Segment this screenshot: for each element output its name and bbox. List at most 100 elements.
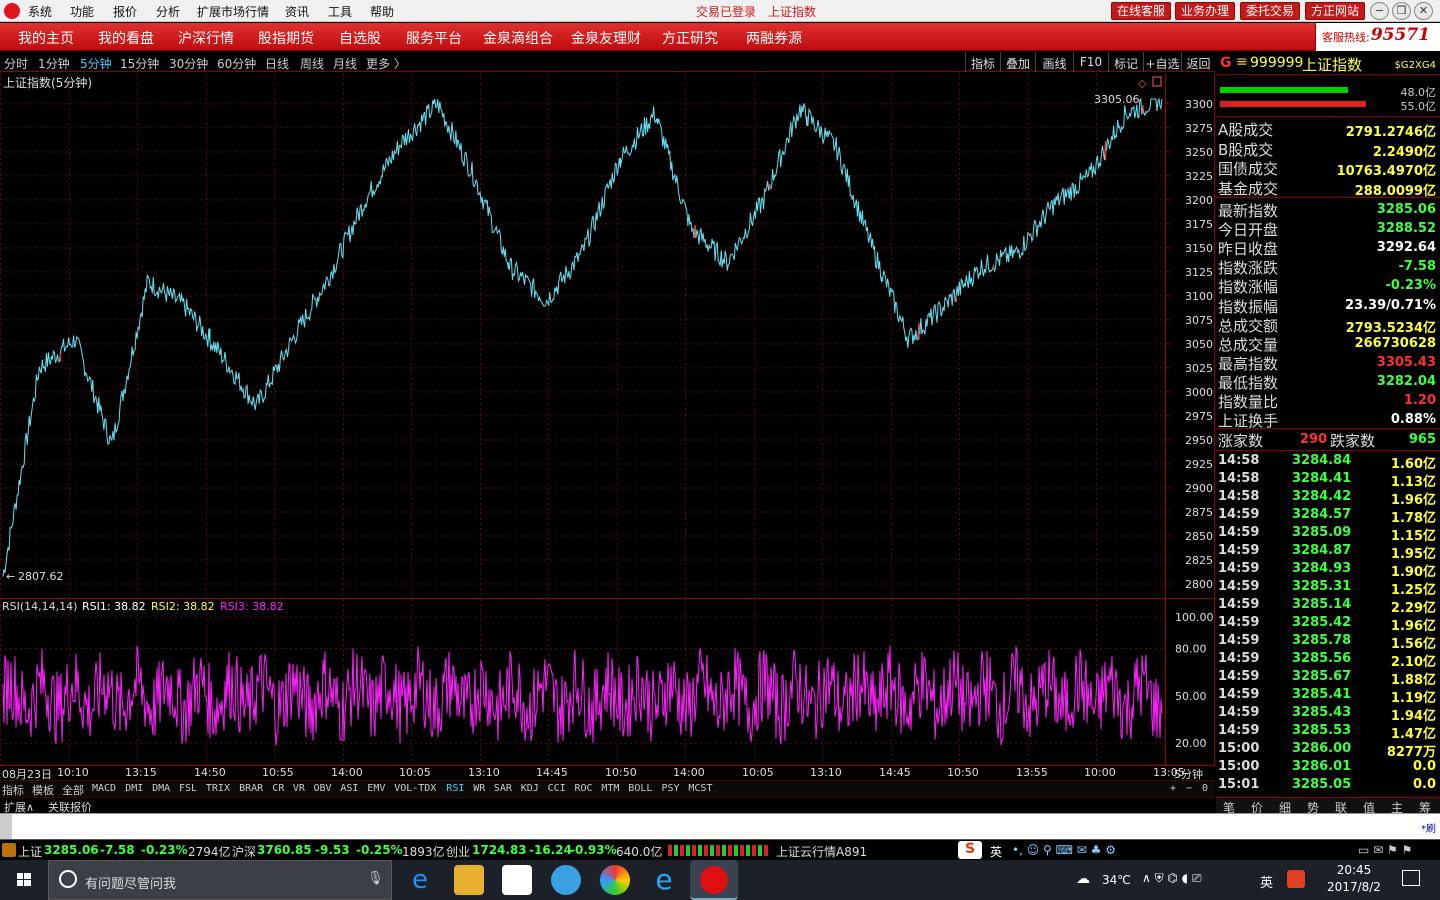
indicator-tab-rsi[interactable]: RSI [446, 783, 464, 794]
period-tab[interactable]: 月线 [333, 55, 357, 72]
nav-service-platform[interactable]: 服务平台 [406, 28, 462, 48]
browser-icon[interactable] [551, 865, 581, 895]
trade-login-status[interactable]: 交易已登录 [696, 3, 756, 20]
indicator-tab-cr[interactable]: CR [272, 783, 284, 794]
toolbar-add-watch[interactable]: +自选 [1143, 52, 1181, 72]
weather-icon[interactable]: ☁ [1076, 871, 1090, 887]
period-tab[interactable]: 日线 [265, 55, 289, 72]
toolbar-mark[interactable]: 标记 [1108, 52, 1143, 72]
tick-row[interactable]: 14:59 3285.56 2.10亿 [1216, 649, 1440, 670]
period-more[interactable]: 更多 〉 [366, 55, 406, 72]
rsi-chart[interactable]: 100.00 80.00 50.00 20.00 RSI(14,14,14) RSI1… [0, 598, 1215, 766]
nav-market[interactable]: 沪深行情 [178, 28, 234, 48]
nav-futures[interactable]: 股指期货 [258, 28, 314, 48]
indicator-tab-boll[interactable]: BOLL [628, 783, 652, 794]
refresh-link[interactable]: *刷 [1421, 820, 1436, 835]
nav-watchlist[interactable]: 自选股 [339, 28, 381, 48]
tick-row[interactable]: 14:58 3284.41 1.13亿 [1216, 469, 1440, 490]
nav-home[interactable]: 我的主页 [18, 28, 74, 48]
tick-row[interactable]: 14:59 3285.67 1.88亿 [1216, 667, 1440, 688]
indicator-tab-emv[interactable]: EMV [367, 783, 385, 794]
indicator-tab-kdj[interactable]: KDJ [521, 783, 539, 794]
zoom-in-button[interactable]: + [1170, 783, 1176, 794]
zoom-out-button[interactable]: − [1186, 783, 1192, 794]
trade-order-button[interactable]: 委托交易 [1240, 2, 1300, 20]
tick-row[interactable]: 14:59 3285.43 1.94亿 [1216, 703, 1440, 724]
tick-row[interactable]: 15:01 3285.05 0.0 [1216, 775, 1440, 793]
edge-browser-icon[interactable]: e [405, 865, 435, 895]
cortana-search[interactable]: 有问题尽管问我 🎙 [48, 860, 392, 900]
indicator-tab-macd[interactable]: MACD [92, 783, 116, 794]
menu-system[interactable]: 系统 [28, 3, 52, 20]
toolbar-indicator[interactable]: 指标 [965, 52, 1000, 72]
store-icon[interactable] [502, 865, 532, 895]
business-button[interactable]: 业务办理 [1175, 2, 1235, 20]
menu-extended-market[interactable]: 扩展市场行情 [197, 3, 269, 20]
indicator-tab-roc[interactable]: ROC [575, 783, 593, 794]
cloud-quote-label[interactable]: 上证云行情A891 [776, 843, 867, 860]
ime-lang[interactable]: 英 [990, 843, 1002, 860]
period-tab[interactable]: 60分钟 [217, 55, 256, 72]
ime-toolbar-icon[interactable]: •, ☺ ⚲ ⌨ ✉ ♣ ⚙ [1012, 843, 1116, 857]
indicator-tab-sar[interactable]: SAR [494, 783, 512, 794]
nav-finance[interactable]: 金泉友理财 [571, 28, 641, 48]
microphone-icon[interactable]: 🎙 [367, 871, 384, 886]
nav-portfolio[interactable]: 金泉滴组合 [483, 28, 553, 48]
tick-row[interactable]: 14:59 3285.41 1.19亿 [1216, 685, 1440, 706]
period-tab[interactable]: 1分钟 [38, 55, 70, 72]
period-tab[interactable]: 周线 [300, 55, 324, 72]
menu-tools[interactable]: 工具 [328, 3, 352, 20]
indicator-tab-mcst[interactable]: MCST [688, 783, 712, 794]
period-tab-selected[interactable]: 5分钟 [80, 55, 112, 72]
indicator-tab-obv[interactable]: OBV [314, 783, 332, 794]
nav-research[interactable]: 方正研究 [662, 28, 718, 48]
indicator-tab-vol-tdx[interactable]: VOL-TDX [394, 783, 436, 794]
indicator-tab-trix[interactable]: TRIX [206, 783, 230, 794]
tick-row[interactable]: 15:00 3286.00 8277万 [1216, 739, 1440, 760]
indicator-tab-cci[interactable]: CCI [548, 783, 566, 794]
indicator-tab-brar[interactable]: BRAR [239, 783, 263, 794]
indicator-tab-mtm[interactable]: MTM [601, 783, 619, 794]
tick-row[interactable]: 14:58 3284.84 1.60亿 [1216, 451, 1440, 472]
tick-row[interactable]: 14:59 3285.31 1.25亿 [1216, 577, 1440, 598]
toolbar-back[interactable]: 返回 [1181, 52, 1215, 72]
tick-row[interactable]: 14:59 3285.42 1.96亿 [1216, 613, 1440, 634]
nav-margin[interactable]: 两融券源 [746, 28, 802, 48]
period-tab[interactable]: 15分钟 [120, 55, 159, 72]
close-icon[interactable]: ✕ [1414, 2, 1433, 20]
menu-help[interactable]: 帮助 [370, 3, 394, 20]
tick-row[interactable]: 14:59 3285.09 1.15亿 [1216, 523, 1440, 544]
menu-news[interactable]: 资讯 [285, 3, 309, 20]
tray-icons[interactable]: ∧ ⛨ ⌬ ◖ ⎚ [1142, 871, 1201, 886]
sogou-icon[interactable]: S [958, 841, 982, 859]
indicator-tab-全部[interactable]: 全部 [62, 782, 84, 798]
weather-temp[interactable]: 34℃ [1102, 873, 1131, 887]
tick-row[interactable]: 15:00 3286.01 0.0 [1216, 757, 1440, 775]
indicator-tab-模板[interactable]: 模板 [32, 782, 54, 798]
indicator-tab-指标[interactable]: 指标 [2, 782, 24, 798]
period-tab[interactable]: 30分钟 [169, 55, 208, 72]
tick-row[interactable]: 14:59 3284.87 1.95亿 [1216, 541, 1440, 562]
ie-icon[interactable]: e [649, 865, 679, 895]
tick-row[interactable]: 14:59 3285.14 2.29亿 [1216, 595, 1440, 616]
price-chart[interactable]: 3300 3275 3250 3225 3200 3175 3150 3125 3100 3075… [0, 73, 1215, 598]
reset-button[interactable]: 0 [1202, 783, 1208, 794]
minimize-icon[interactable]: − [1370, 2, 1389, 20]
hotline-box[interactable]: 客服热线: 95571 [1315, 23, 1440, 51]
tick-row[interactable]: 14:58 3284.42 1.96亿 [1216, 487, 1440, 508]
indicator-tab-dma[interactable]: DMA [152, 783, 170, 794]
indicator-tab-dmi[interactable]: DMI [125, 783, 143, 794]
system-clock[interactable]: 20:45 2017/8/2 [1324, 863, 1384, 894]
indicator-tab-wr[interactable]: WR [473, 783, 485, 794]
toolbar-draw[interactable]: 画线 [1035, 52, 1073, 72]
diamond-icon[interactable]: ◇ [1138, 77, 1147, 90]
founder-website-button[interactable]: 方正网站 [1305, 2, 1365, 20]
stock-app-icon[interactable] [690, 860, 738, 900]
file-explorer-icon[interactable] [454, 865, 484, 895]
indicator-tab-vr[interactable]: VR [293, 783, 305, 794]
menu-analysis[interactable]: 分析 [156, 3, 180, 20]
restore-icon[interactable]: ❐ [1392, 2, 1411, 20]
tray-mini-icon[interactable]: ▭ ✉ ⚑ ⚑ [1358, 843, 1412, 857]
box-icon[interactable] [1152, 76, 1162, 87]
tray-ime[interactable]: 英 [1260, 872, 1273, 891]
